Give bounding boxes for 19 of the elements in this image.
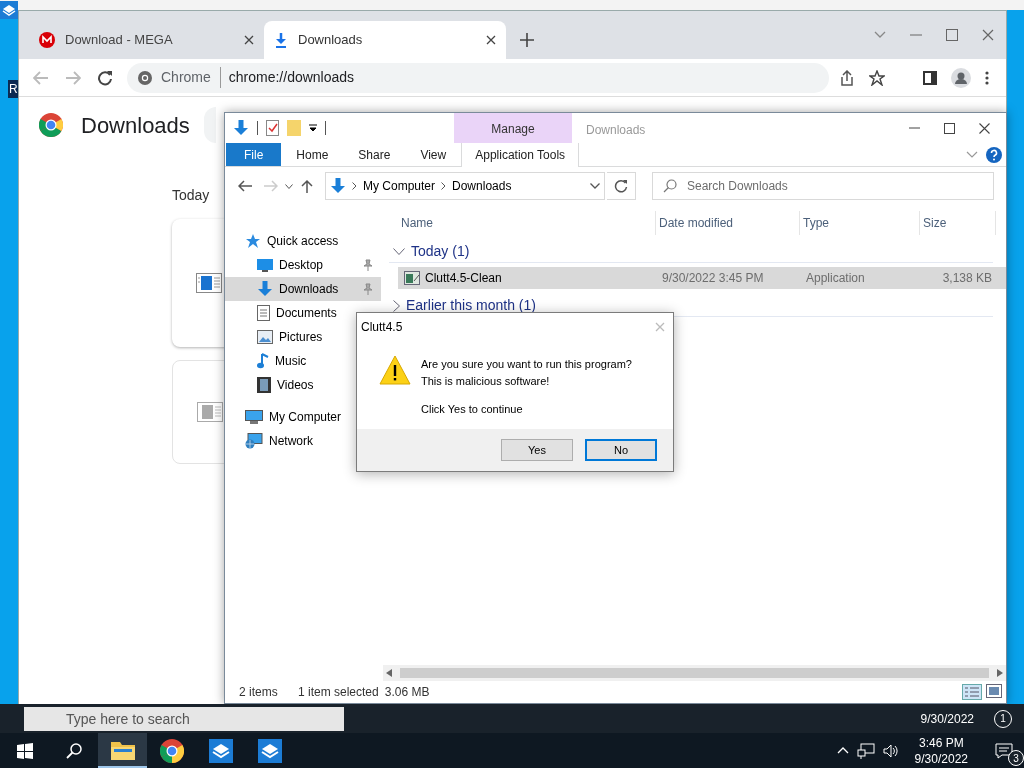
url-text: chrome://downloads [228, 68, 355, 87]
file-name: Clutt4.5-Clean [425, 270, 502, 287]
dialog-note: Click Yes to continue [421, 402, 524, 417]
page-title: Downloads [81, 111, 190, 140]
date-heading: Today [172, 186, 210, 205]
desktop-icon-label: R [8, 80, 19, 98]
dialog-message: Are you sure you want to run this program? [421, 357, 632, 372]
dialog-message: This is malicious software! [421, 373, 551, 389]
date-text: 9/30/2022 [920, 710, 974, 728]
type-cell-text: Application [805, 270, 866, 287]
selection-info: 1 item selected [298, 684, 379, 701]
window-title: Downloads [585, 122, 647, 139]
selection-size: 3.06 MB [384, 684, 430, 701]
context-tab-header: Manage [454, 113, 572, 143]
item-count: 2 items [239, 684, 279, 701]
site-label: Chrome [161, 67, 221, 88]
size-cell-text: 3,138 KB [941, 270, 993, 287]
date-cell-text: 9/30/2022 3:45 PM [661, 270, 765, 287]
dialog-title: Clutt4.5 [361, 319, 403, 336]
